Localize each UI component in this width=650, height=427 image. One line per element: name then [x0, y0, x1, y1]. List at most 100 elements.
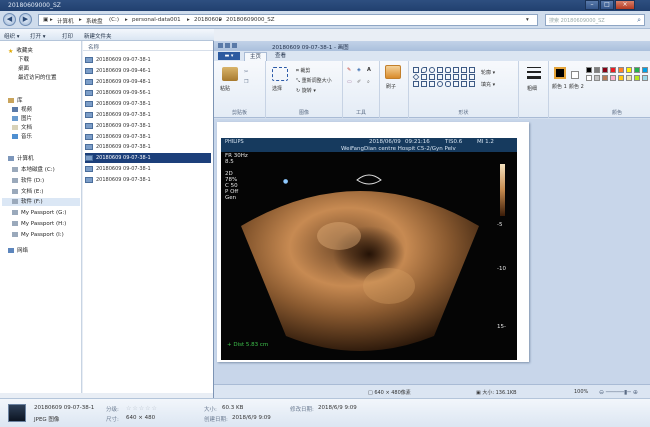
- down-arrow-shape-icon[interactable]: [461, 74, 467, 80]
- paint-canvas[interactable]: PHILIPS 2018/06/09 09:21:16 TIS0.6 MI 1.…: [217, 122, 529, 362]
- tab-home[interactable]: 主页: [244, 52, 268, 61]
- color2-swatch[interactable]: [571, 71, 579, 79]
- search-input[interactable]: 搜索 20180609000_SZ ⌕: [545, 14, 645, 26]
- nav-documents[interactable]: 文档: [12, 124, 32, 132]
- pencil-icon[interactable]: ✎: [347, 67, 351, 73]
- file-item[interactable]: 20180609 09-07-38-1: [85, 132, 211, 142]
- organize-button[interactable]: 组织 ▾: [4, 32, 20, 40]
- rounded-rectangle-shape-icon[interactable]: [445, 67, 451, 73]
- shape-gallery[interactable]: [412, 67, 475, 87]
- palette-color[interactable]: [618, 75, 624, 81]
- rectangle-shape-icon[interactable]: [437, 67, 443, 73]
- more-shapes-icon[interactable]: [469, 81, 475, 87]
- hexagon-shape-icon[interactable]: [429, 74, 435, 80]
- palette-color[interactable]: [610, 67, 616, 73]
- back-arrow-icon[interactable]: ◀: [3, 13, 16, 26]
- file-item[interactable]: 20180609 09-09-56-1: [85, 88, 211, 98]
- file-item[interactable]: 20180609 09-07-38-1: [85, 175, 211, 185]
- fill-bucket-icon[interactable]: ◈: [357, 67, 361, 73]
- paint-file-menu-button[interactable]: ▬ ▾: [218, 52, 240, 60]
- file-item[interactable]: 20180609 09-07-38-1: [85, 110, 211, 120]
- breadcrumb-computer[interactable]: 计算机: [57, 17, 74, 25]
- nav-network[interactable]: 网络: [8, 247, 28, 255]
- size-button[interactable]: 粗细: [527, 85, 537, 92]
- outline-button[interactable]: 轮廓 ▾: [481, 69, 495, 76]
- resize-button[interactable]: ⤡ 重新调整大小: [296, 77, 332, 84]
- palette-color[interactable]: [594, 75, 600, 81]
- breadcrumb-personal[interactable]: personal-data001: [132, 17, 181, 23]
- file-item[interactable]: 20180609 09-07-38-1: [85, 164, 211, 174]
- minimize-button[interactable]: –: [585, 0, 599, 10]
- curve-shape-icon[interactable]: [421, 67, 427, 73]
- text-tool-icon[interactable]: A: [367, 67, 371, 73]
- color1-swatch[interactable]: [554, 67, 566, 79]
- palette-color[interactable]: [618, 67, 624, 73]
- nav-drive[interactable]: 软件 (D:): [12, 177, 44, 185]
- zoom-slider[interactable]: ⊖ ─────▮─ ⊕: [599, 389, 638, 396]
- cut-icon[interactable]: ✂: [244, 69, 248, 75]
- color2-button[interactable]: 颜色 2: [569, 83, 584, 90]
- size-line-icon[interactable]: [527, 71, 541, 73]
- star6-shape-icon[interactable]: [421, 81, 427, 87]
- paste-button[interactable]: 粘贴: [220, 85, 230, 92]
- diamond-shape-icon[interactable]: [412, 73, 420, 81]
- file-item-selected[interactable]: 20180609 09-07-38-1: [85, 153, 211, 163]
- lightning-shape-icon[interactable]: [461, 81, 467, 87]
- file-item[interactable]: 20180609 09-07-38-1: [85, 99, 211, 109]
- heart-shape-icon[interactable]: [453, 81, 459, 87]
- size-line-icon[interactable]: [527, 76, 541, 79]
- color-picker-icon[interactable]: ✐: [357, 79, 361, 85]
- star5-shape-icon[interactable]: [413, 81, 419, 87]
- breadcrumb-drive[interactable]: (C:): [109, 17, 119, 23]
- left-arrow-shape-icon[interactable]: [445, 74, 451, 80]
- oval-shape-icon[interactable]: [429, 67, 435, 73]
- palette-color[interactable]: [634, 67, 640, 73]
- callout-cloud-shape-icon[interactable]: [445, 81, 451, 87]
- palette-color[interactable]: [642, 67, 648, 73]
- palette-color[interactable]: [594, 67, 600, 73]
- breadcrumb-date[interactable]: 20180609: [194, 17, 222, 23]
- star-shape-icon[interactable]: [469, 74, 475, 80]
- nav-computer[interactable]: 计算机: [8, 155, 34, 163]
- nav-drive-selected[interactable]: 软件 (F:): [2, 198, 80, 206]
- callout-oval-shape-icon[interactable]: [437, 81, 443, 87]
- breadcrumb-system[interactable]: 系统盘: [86, 17, 103, 25]
- palette-color[interactable]: [626, 75, 632, 81]
- nav-pictures[interactable]: 图片: [12, 115, 32, 123]
- file-item[interactable]: 20180609 09-09-48-1: [85, 77, 211, 87]
- breadcrumb-folder[interactable]: 20180609000_SZ: [226, 17, 275, 23]
- nav-drive[interactable]: My Passport (H:): [12, 220, 66, 228]
- fill-button[interactable]: 填充 ▾: [481, 81, 495, 88]
- magnifier-icon[interactable]: ⌕: [367, 79, 370, 85]
- callout-rect-shape-icon[interactable]: [429, 81, 435, 87]
- brush-icon[interactable]: [385, 65, 401, 79]
- paste-icon[interactable]: [222, 67, 238, 81]
- nav-drive[interactable]: 本地磁盘 (C:): [12, 166, 55, 174]
- rating-stars[interactable]: ☆☆☆☆☆: [126, 405, 158, 412]
- up-arrow-shape-icon[interactable]: [453, 74, 459, 80]
- palette-color[interactable]: [602, 67, 608, 73]
- forward-arrow-icon[interactable]: ▶: [19, 13, 32, 26]
- crop-button[interactable]: ⌗ 裁剪: [296, 67, 310, 74]
- nav-drive[interactable]: 文档 (E:): [12, 188, 43, 196]
- palette-color[interactable]: [626, 67, 632, 73]
- line-shape-icon[interactable]: [413, 67, 419, 73]
- undo-icon[interactable]: [225, 43, 230, 48]
- open-button[interactable]: 打开 ▾: [30, 32, 46, 40]
- select-button[interactable]: 选择: [272, 85, 282, 92]
- size-line-icon[interactable]: [527, 67, 541, 68]
- nav-drive[interactable]: My Passport (G:): [12, 209, 66, 217]
- nav-videos[interactable]: 视频: [12, 106, 32, 114]
- close-button[interactable]: ×: [615, 0, 635, 10]
- nav-recent[interactable]: 最近访问的位置: [18, 74, 57, 82]
- redo-icon[interactable]: [232, 43, 237, 48]
- file-item[interactable]: 20180609 09-07-38-1: [85, 142, 211, 152]
- file-item[interactable]: 20180609 09-07-38-1: [85, 55, 211, 65]
- file-item[interactable]: 20180609 09-09-46-1: [85, 66, 211, 76]
- palette-color[interactable]: [610, 75, 616, 81]
- triangle-shape-icon[interactable]: [461, 67, 467, 73]
- new-folder-button[interactable]: 新建文件夹: [84, 32, 112, 40]
- pentagon-shape-icon[interactable]: [421, 74, 427, 80]
- right-triangle-shape-icon[interactable]: [469, 67, 475, 73]
- nav-downloads[interactable]: 下载: [18, 56, 29, 64]
